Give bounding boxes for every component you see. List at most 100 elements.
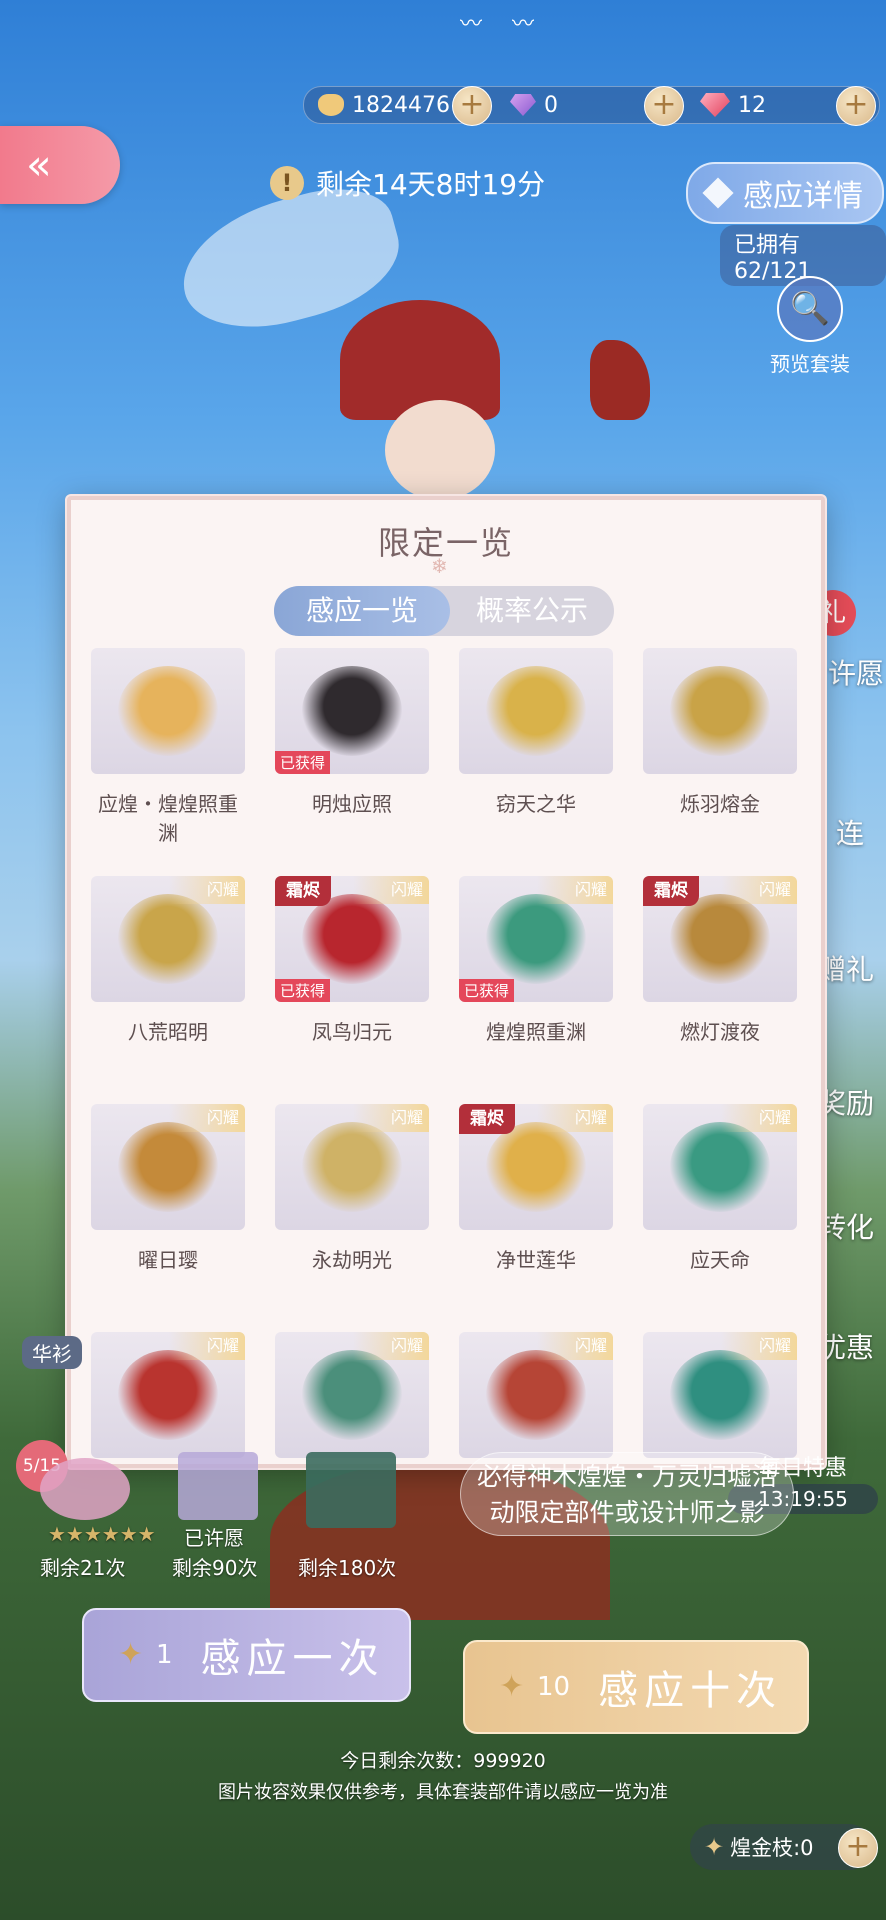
item-caption: 烁羽熔金 [680, 792, 760, 816]
item-thumbnail[interactable]: 闪耀 [459, 1332, 613, 1458]
item-caption: 凤鸟归元 [312, 1020, 392, 1044]
limited-overview-modal: 限定一览 ❄ 感应一览 概率公示 应煌・煌煌照重渊 已获得 明烛应照 窃天之华 烁羽熔金… [67, 496, 825, 1468]
item-card[interactable]: 已获得 明烛应照 [275, 648, 429, 817]
item-thumbnail[interactable]: 闪耀 [275, 1104, 429, 1230]
wish-pool-1[interactable] [40, 1458, 130, 1520]
item-art [118, 1350, 218, 1440]
item-card[interactable]: 闪耀 已获得 煌煌照重渊 [459, 876, 613, 1045]
item-thumbnail[interactable]: 闪耀 [643, 1332, 797, 1458]
side-label-discount[interactable]: 优惠 [818, 1326, 874, 1366]
item-card[interactable]: 闪耀 霜烬 已获得 凤鸟归元 [275, 876, 429, 1045]
item-thumbnail[interactable]: 已获得 [275, 648, 429, 774]
item-card[interactable]: 烁羽熔金 [643, 648, 797, 817]
item-caption: 明烛应照 [312, 792, 392, 816]
preview-label: 预览套装 [770, 352, 850, 376]
timer-text: 剩余14天8时19分 [316, 168, 546, 201]
back-button[interactable]: « [0, 126, 120, 204]
induce-ten-cost: 10 [537, 1672, 571, 1702]
frost-badge: 霜烬 [459, 1104, 515, 1134]
item-thumbnail[interactable] [91, 648, 245, 774]
star-currency-icon: ✦ [118, 1637, 144, 1672]
item-thumbnail[interactable]: 闪耀 霜烬 [643, 876, 797, 1002]
item-card[interactable]: 闪耀 应天命 [643, 1104, 797, 1273]
induce-once-button[interactable]: ✦ 1 感应一次 [82, 1608, 411, 1702]
diamond-amount: 0 [544, 92, 558, 118]
gold-amount: 1824476 [352, 92, 450, 118]
shine-ribbon: 闪耀 [537, 1104, 613, 1132]
item-art [302, 666, 402, 756]
item-card[interactable]: 闪耀 霜烬 燃灯渡夜 [643, 876, 797, 1045]
item-caption: 应天命 [690, 1248, 750, 1272]
alert-icon: ! [270, 166, 304, 200]
cat-coin-icon [318, 94, 344, 116]
item-card[interactable]: 闪耀永劫明光 [275, 1104, 429, 1273]
item-art [486, 894, 586, 984]
shine-ribbon: 闪耀 [353, 1104, 429, 1132]
item-thumbnail[interactable]: 闪耀 [91, 1104, 245, 1230]
item-thumbnail[interactable]: 闪耀 [275, 1332, 429, 1458]
item-card[interactable]: 闪耀 [275, 1332, 429, 1458]
magnifier-icon: 🔍 [777, 276, 843, 342]
item-thumbnail[interactable]: 闪耀 [91, 1332, 245, 1458]
item-card[interactable]: 闪耀 [459, 1332, 613, 1458]
outfit-tag: 华衫 [22, 1336, 82, 1369]
crystal-currency: 12 [700, 87, 766, 123]
item-card[interactable]: 闪耀 霜烬 净世莲华 [459, 1104, 613, 1273]
diamond-currency: 0 [510, 87, 558, 123]
wish-pool-2[interactable] [178, 1452, 258, 1520]
item-art [486, 1350, 586, 1440]
induction-details-button[interactable]: 感应详情 [686, 162, 884, 224]
induce-ten-button[interactable]: ✦ 10 感应十次 [463, 1640, 809, 1734]
character-face [385, 400, 495, 500]
pink-crystal-icon [700, 93, 730, 117]
side-label-reward[interactable]: 奖励 [818, 1082, 874, 1122]
add-crystal-button[interactable]: + [836, 86, 876, 126]
star-branch-icon: ✦ [704, 1833, 725, 1861]
item-thumbnail[interactable]: 闪耀 已获得 [459, 876, 613, 1002]
shine-ribbon: 闪耀 [353, 1332, 429, 1360]
item-thumbnail[interactable] [643, 648, 797, 774]
tab-probability[interactable]: 概率公示 [450, 586, 614, 636]
item-caption: 曜日璎 [138, 1248, 198, 1272]
wish-pool-remain-3: 剩余180次 [298, 1556, 397, 1580]
item-art [118, 1122, 218, 1212]
item-caption: 窃天之华 [496, 792, 576, 816]
item-card[interactable]: 闪耀 [91, 1332, 245, 1458]
add-gold-button[interactable]: + [452, 86, 492, 126]
tab-induction-overview[interactable]: 感应一览 [274, 586, 450, 636]
obtained-badge: 已获得 [275, 979, 331, 1002]
star-currency-icon: ✦ [499, 1669, 525, 1704]
item-card[interactable]: 闪耀 [643, 1332, 797, 1458]
induce-once-label: 感应一次 [200, 1636, 385, 1682]
add-branch-button[interactable]: + [838, 1828, 878, 1868]
purple-diamond-icon [510, 94, 536, 116]
side-label-wish[interactable]: 许愿 [828, 652, 884, 692]
wish-pool-3[interactable] [306, 1452, 396, 1528]
shine-ribbon: 闪耀 [721, 1332, 797, 1360]
item-thumbnail[interactable] [459, 648, 613, 774]
side-label-convert[interactable]: 转化 [818, 1206, 874, 1246]
item-card[interactable]: 闪耀 曜日璎 [91, 1104, 245, 1273]
side-label-gift[interactable]: 赠礼 [818, 948, 874, 988]
item-caption: 永劫明光 [312, 1248, 392, 1272]
wish-pool-status: 已许愿 [184, 1526, 244, 1550]
add-diamond-button[interactable]: + [644, 86, 684, 126]
shine-ribbon: 闪耀 [537, 876, 613, 904]
side-label-link[interactable]: 连 [836, 812, 864, 852]
wish-pool-remain-2: 剩余90次 [172, 1556, 258, 1580]
diamond-icon [702, 177, 734, 209]
preview-outfit-button[interactable]: 🔍 预览套装 [770, 276, 850, 377]
item-card[interactable]: 应煌・煌煌照重渊 [91, 648, 245, 846]
item-card[interactable]: 窃天之华 [459, 648, 613, 817]
shine-ribbon: 闪耀 [169, 876, 245, 904]
guarantee-line-1: 必得神木煌煌・万灵归墟活 [476, 1462, 777, 1491]
item-caption: 燃灯渡夜 [680, 1020, 760, 1044]
frost-badge: 霜烬 [275, 876, 331, 906]
item-thumbnail[interactable]: 闪耀 [91, 876, 245, 1002]
item-thumbnail[interactable]: 闪耀 霜烬 已获得 [275, 876, 429, 1002]
horse-head-decoration [590, 340, 650, 420]
item-card[interactable]: 闪耀 八荒昭明 [91, 876, 245, 1045]
guarantee-info: 必得神木煌煌・万灵归墟活 动限定部件或设计师之影 [460, 1452, 794, 1536]
item-thumbnail[interactable]: 闪耀 [643, 1104, 797, 1230]
item-thumbnail[interactable]: 闪耀 霜烬 [459, 1104, 613, 1230]
